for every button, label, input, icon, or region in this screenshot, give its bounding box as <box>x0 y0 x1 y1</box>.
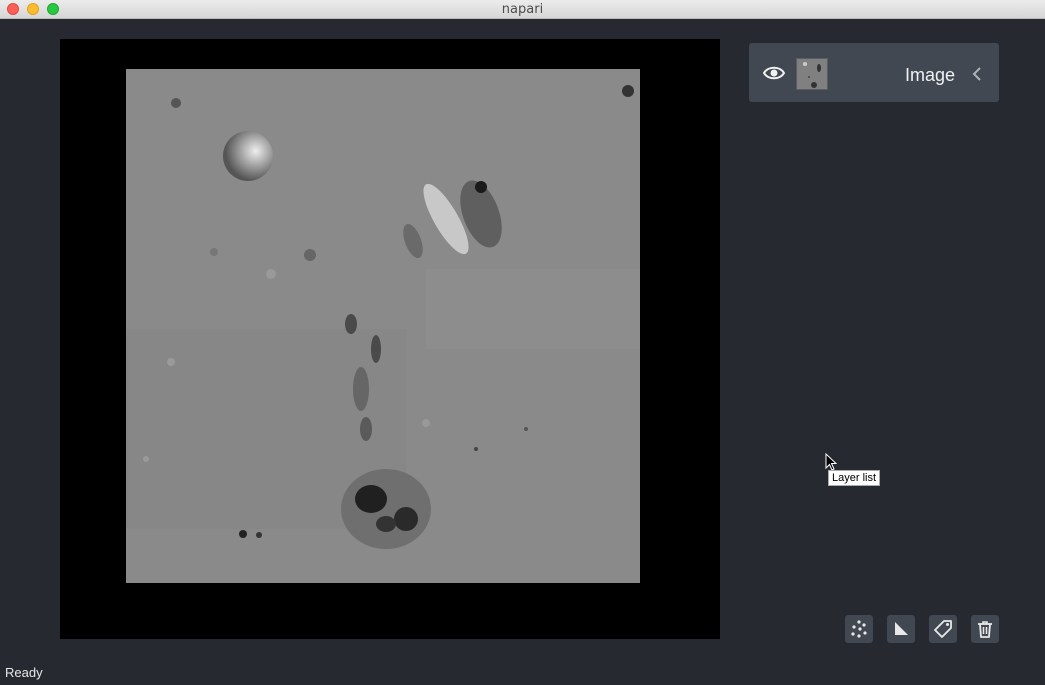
mouse-cursor-icon <box>825 453 837 471</box>
window-title: napari <box>501 2 544 17</box>
window-titlebar: napari <box>0 0 1045 19</box>
new-points-icon <box>851 620 867 638</box>
new-shapes-layer-button[interactable] <box>887 615 915 643</box>
new-points-layer-button[interactable] <box>845 615 873 643</box>
new-labels-icon <box>934 620 952 638</box>
chevron-left-icon[interactable] <box>971 66 983 82</box>
layer-item-image[interactable]: Image <box>749 43 999 102</box>
status-text: Ready <box>5 665 43 680</box>
tooltip: Layer list <box>828 470 881 486</box>
layer-name: Image <box>904 65 955 85</box>
delete-layer-button[interactable] <box>971 615 999 643</box>
eye-icon[interactable] <box>763 64 785 82</box>
new-shapes-icon <box>895 622 908 635</box>
image-canvas[interactable] <box>60 39 720 639</box>
layer-thumbnail <box>796 58 828 90</box>
new-labels-layer-button[interactable] <box>929 615 957 643</box>
delete-layer-icon <box>978 621 992 638</box>
lunar-surface-image <box>126 69 640 583</box>
